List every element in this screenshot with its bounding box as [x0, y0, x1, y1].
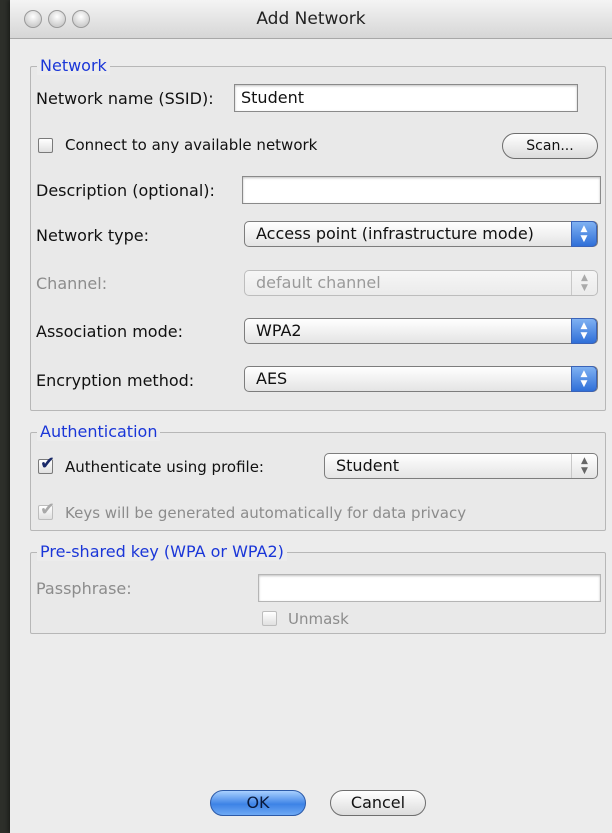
- encryption-method-select[interactable]: AES ▲ ▼: [244, 366, 598, 392]
- title-bar[interactable]: Add Network: [10, 0, 612, 39]
- cancel-button[interactable]: Cancel: [330, 790, 426, 816]
- passphrase-label: Passphrase:: [36, 579, 132, 598]
- channel-label: Channel:: [36, 274, 108, 293]
- association-mode-label: Association mode:: [36, 322, 183, 341]
- channel-select: default channel ▲ ▼: [244, 270, 598, 296]
- network-type-value: Access point (infrastructure mode): [256, 224, 534, 243]
- encryption-method-value: AES: [256, 369, 288, 388]
- network-type-select[interactable]: Access point (infrastructure mode) ▲ ▼: [244, 221, 598, 247]
- channel-value: default channel: [256, 273, 381, 292]
- up-down-arrows-icon: ▲ ▼: [571, 366, 597, 392]
- window-title: Add Network: [256, 9, 366, 29]
- keys-auto-checkbox: ✔: [38, 500, 55, 520]
- authentication-legend: Authentication: [37, 423, 161, 441]
- ssid-label: Network name (SSID):: [36, 89, 214, 108]
- description-input[interactable]: [242, 176, 601, 204]
- add-network-dialog: Add Network Network Network name (SSID):…: [10, 0, 612, 833]
- unmask-checkbox: [262, 611, 277, 626]
- ssid-input[interactable]: Student: [234, 84, 578, 112]
- connect-any-checkbox[interactable]: [38, 138, 53, 153]
- passphrase-input: [258, 574, 601, 602]
- checkmark-icon: ✔: [40, 453, 56, 474]
- authenticate-profile-label: Authenticate using profile:: [65, 458, 264, 476]
- profile-select[interactable]: Student ▲ ▼: [324, 453, 598, 479]
- association-mode-value: WPA2: [256, 321, 302, 340]
- authenticate-profile-checkbox[interactable]: ✔: [38, 454, 55, 474]
- description-label: Description (optional):: [36, 181, 215, 200]
- up-down-arrows-icon: ▲ ▼: [571, 454, 597, 478]
- encryption-method-label: Encryption method:: [36, 371, 195, 390]
- connect-any-label: Connect to any available network: [65, 136, 318, 154]
- association-mode-select[interactable]: WPA2 ▲ ▼: [244, 318, 598, 344]
- profile-value: Student: [336, 456, 399, 475]
- ok-button[interactable]: OK: [210, 790, 306, 816]
- unmask-label: Unmask: [288, 610, 349, 628]
- up-down-arrows-icon: ▲ ▼: [571, 221, 597, 247]
- up-down-arrows-icon: ▲ ▼: [571, 318, 597, 344]
- scan-button[interactable]: Scan...: [502, 133, 598, 159]
- keys-auto-label: Keys will be generated automatically for…: [65, 504, 467, 522]
- network-legend: Network: [37, 57, 110, 75]
- up-down-arrows-icon: ▲ ▼: [571, 271, 597, 295]
- network-type-label: Network type:: [36, 226, 150, 245]
- checkmark-icon: ✔: [40, 499, 56, 520]
- preshared-key-legend: Pre-shared key (WPA or WPA2): [37, 543, 287, 561]
